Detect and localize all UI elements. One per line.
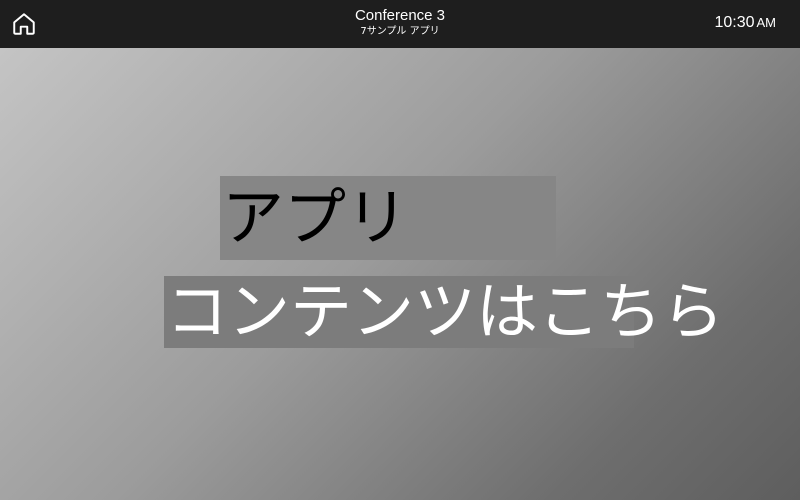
home-icon bbox=[13, 13, 35, 35]
clock-time: 10:30 bbox=[714, 14, 755, 31]
app-content-area: アプリ コンテンツはこちら bbox=[0, 48, 800, 500]
home-button[interactable] bbox=[8, 8, 40, 40]
app-name: 7サンプル アプリ bbox=[360, 26, 440, 37]
clock-ampm: AM bbox=[756, 15, 777, 30]
content-heading: アプリ bbox=[220, 176, 556, 260]
content-subheading: コンテンツはこちら bbox=[164, 276, 738, 348]
top-bar: Conference 3 7サンプル アプリ 10:30 AM bbox=[0, 0, 800, 48]
subheading-text: コンテンツはこちら bbox=[166, 275, 725, 348]
title-block: Conference 3 7サンプル アプリ bbox=[250, 8, 550, 37]
clock: 10:30 AM bbox=[714, 14, 776, 32]
room-name: Conference 3 bbox=[354, 7, 446, 24]
